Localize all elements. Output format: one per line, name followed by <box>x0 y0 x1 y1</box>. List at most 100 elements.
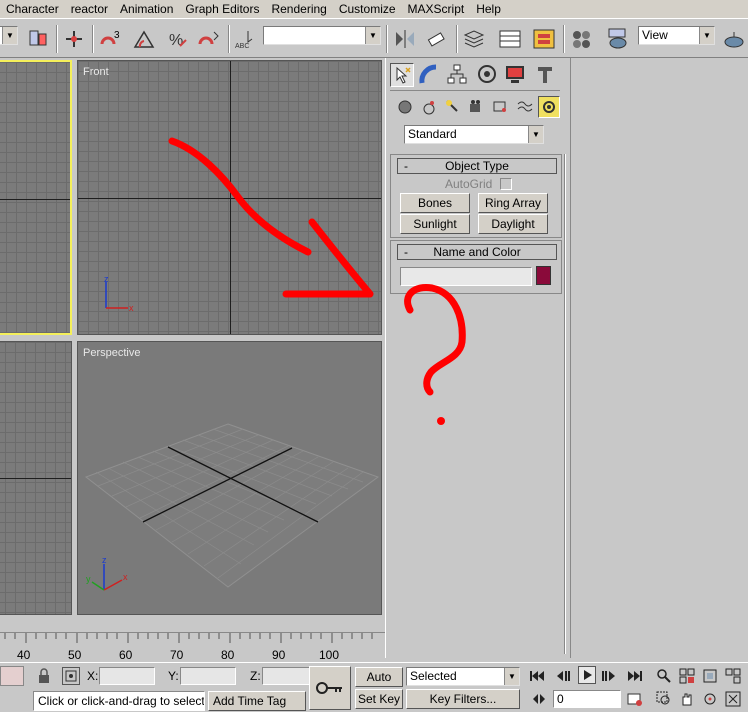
command-panel-empty-area <box>570 58 748 658</box>
layers-icon[interactable] <box>462 27 486 51</box>
align-icon[interactable] <box>424 27 448 51</box>
shapes-icon[interactable] <box>420 98 438 116</box>
motion-tab[interactable] <box>476 63 500 87</box>
zoom-all-icon[interactable] <box>678 667 696 685</box>
zoom-icon[interactable] <box>655 667 673 685</box>
lock-selection-icon[interactable] <box>35 667 53 685</box>
helpers-icon[interactable] <box>492 98 510 116</box>
edit-named-selection-icon[interactable]: ABC <box>234 27 258 51</box>
viewport-front-label: Front <box>83 66 109 78</box>
menu-animation[interactable]: Animation <box>114 0 179 18</box>
menu-graph-editors[interactable]: Graph Editors <box>179 0 265 18</box>
name-color-rollout: - Name and Color <box>390 240 562 294</box>
svg-text:z: z <box>104 274 109 284</box>
curve-editor-icon[interactable] <box>498 27 522 51</box>
go-to-start-icon[interactable] <box>528 667 546 685</box>
hierarchy-tab[interactable] <box>446 63 470 87</box>
angle-snap-icon[interactable] <box>132 27 156 51</box>
menu-reactor[interactable]: reactor <box>65 0 114 18</box>
menu-help[interactable]: Help <box>470 0 507 18</box>
x-coordinate-field[interactable] <box>99 667 155 685</box>
absolute-mode-transform-icon[interactable] <box>62 667 80 685</box>
add-time-tag-button[interactable]: Add Time Tag <box>208 691 306 711</box>
zoom-extents-icon[interactable] <box>701 667 719 685</box>
svg-text:3: 3 <box>114 30 120 41</box>
set-key-mode-button[interactable] <box>309 666 351 710</box>
auto-key-button[interactable]: Auto Key <box>355 667 403 702</box>
viewport-top[interactable] <box>0 60 72 335</box>
zoom-extents-all-icon[interactable] <box>724 667 742 685</box>
name-color-header[interactable]: - Name and Color <box>397 244 557 260</box>
command-panel: Standard ▼ - Object Type AutoGrid Bones Ri… <box>385 58 570 658</box>
axis-tripod-icon: z x <box>104 274 134 313</box>
material-editor-icon[interactable] <box>570 27 594 51</box>
lights-icon[interactable] <box>444 98 462 116</box>
viewport-perspective[interactable]: Perspective z x y <box>77 341 382 615</box>
maximize-viewport-icon[interactable] <box>724 690 742 708</box>
reference-coordinate-dropdown[interactable]: View ▼ <box>638 26 715 45</box>
modify-tab[interactable] <box>418 63 442 87</box>
sunlight-button[interactable]: Sunlight <box>400 214 470 234</box>
track-bar[interactable]: 40 50 60 70 80 90 100 <box>0 632 385 662</box>
toolbar-dropdown-left[interactable]: ▼ <box>0 26 18 45</box>
tick-label: 70 <box>170 648 184 662</box>
space-warps-icon[interactable] <box>516 98 534 116</box>
named-selection-set-dropdown[interactable]: ▼ <box>263 26 381 45</box>
schematic-icon[interactable] <box>532 27 556 51</box>
render-teapot-icon[interactable] <box>606 27 630 51</box>
menu-character[interactable]: Character <box>0 0 65 18</box>
y-coordinate-field[interactable] <box>180 667 236 685</box>
select-move-icon[interactable] <box>62 27 86 51</box>
spinner-snap-icon[interactable] <box>196 27 220 51</box>
ring-array-button[interactable]: Ring Array <box>478 193 548 213</box>
pan-icon[interactable] <box>678 690 696 708</box>
menu-bar: Character reactor Animation Graph Editor… <box>0 0 748 18</box>
svg-text:z: z <box>102 555 107 565</box>
display-tab[interactable] <box>504 63 528 87</box>
track-bar-ticks <box>4 633 373 643</box>
previous-frame-icon[interactable] <box>554 667 572 685</box>
play-icon[interactable] <box>578 666 596 684</box>
systems-icon[interactable] <box>538 96 560 118</box>
quick-render-icon[interactable] <box>722 27 746 51</box>
next-frame-icon[interactable] <box>600 667 618 685</box>
key-filters-button[interactable]: Key Filters... <box>406 689 520 709</box>
utilities-tab[interactable] <box>534 63 558 87</box>
current-frame-field[interactable]: 0 <box>553 690 621 708</box>
object-type-rollout: - Object Type AutoGrid Bones Ring Array S… <box>390 154 562 238</box>
viewport-front[interactable]: Front z x <box>77 60 382 335</box>
cameras-icon[interactable] <box>468 98 486 116</box>
set-key-button[interactable]: Set Key <box>355 689 403 709</box>
go-to-end-icon[interactable] <box>626 667 644 685</box>
menu-customize[interactable]: Customize <box>333 0 402 18</box>
viewport-area: Front z x Perspective z x y <box>0 58 385 632</box>
maxscript-listener-mini[interactable] <box>0 666 24 686</box>
category-dropdown[interactable]: Standard ▼ <box>404 125 544 144</box>
menu-maxscript[interactable]: MAXScript <box>402 0 471 18</box>
bones-button[interactable]: Bones <box>400 193 470 213</box>
region-zoom-icon[interactable] <box>655 690 673 708</box>
svg-text:%: % <box>169 32 183 49</box>
daylight-button[interactable]: Daylight <box>478 214 548 234</box>
time-configuration-icon[interactable] <box>626 690 644 708</box>
object-color-swatch[interactable] <box>536 266 551 285</box>
create-tab[interactable] <box>390 63 414 87</box>
geometry-icon[interactable] <box>396 98 414 116</box>
autogrid-checkbox[interactable] <box>500 178 512 190</box>
arc-rotate-icon[interactable] <box>701 690 719 708</box>
tick-label: 90 <box>272 648 286 662</box>
key-icon <box>316 682 342 694</box>
object-name-input[interactable] <box>400 267 532 286</box>
menu-rendering[interactable]: Rendering <box>265 0 332 18</box>
window-crossing-icon[interactable] <box>26 27 50 51</box>
snap-3d-icon[interactable]: 3 <box>98 27 122 51</box>
mirror-icon[interactable] <box>393 27 417 51</box>
object-type-header[interactable]: - Object Type <box>397 158 557 174</box>
viewport-left[interactable] <box>0 341 72 615</box>
prompt-line: Click or click-and-drag to select obj <box>33 691 205 711</box>
tick-label: 80 <box>221 648 235 662</box>
percent-snap-icon[interactable]: % <box>166 27 190 51</box>
key-mode-toggle-icon[interactable] <box>530 690 548 708</box>
autogrid-label: AutoGrid <box>445 177 493 191</box>
key-filter-selection-dropdown[interactable]: Selected ▼ <box>406 667 520 686</box>
